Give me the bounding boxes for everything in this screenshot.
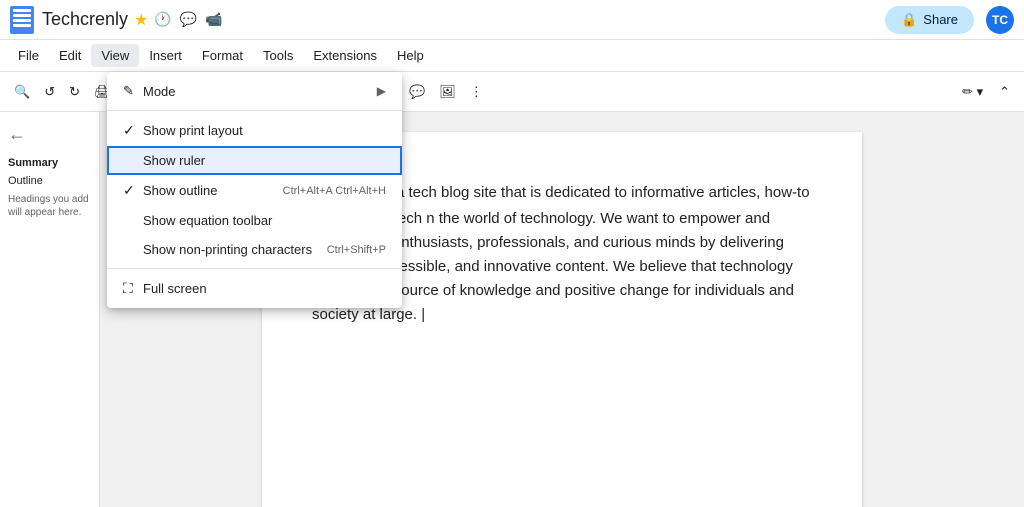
history-icon[interactable]: 🕐 xyxy=(154,11,171,28)
menu-entry-show-outline[interactable]: ✓ Show outline Ctrl+Alt+A Ctrl+Alt+H xyxy=(107,175,402,206)
menu-help[interactable]: Help xyxy=(387,44,434,67)
zoom-btn[interactable]: 🔍 xyxy=(8,80,36,104)
menu-tools[interactable]: Tools xyxy=(253,44,303,67)
title-right: 🔒 Share TC xyxy=(885,6,1014,34)
check-outline: ✓ xyxy=(123,182,143,199)
outline-label: Outline xyxy=(8,175,91,187)
equation-label: Show equation toolbar xyxy=(143,213,386,228)
fullscreen-label: Full screen xyxy=(143,281,386,296)
nonprinting-label: Show non-printing characters xyxy=(143,242,327,257)
check-print-layout: ✓ xyxy=(123,122,143,139)
menu-view[interactable]: View xyxy=(91,44,139,67)
divider-2 xyxy=(107,268,402,269)
print-layout-label: Show print layout xyxy=(143,123,386,138)
expand-btn[interactable]: ⌃ xyxy=(993,80,1016,104)
edit-mode-btn[interactable]: ✏ ▾ xyxy=(956,80,989,104)
outline-note: Headings you add will appear here. xyxy=(8,193,91,219)
avatar: TC xyxy=(986,6,1014,34)
summary-label: Summary xyxy=(8,157,91,169)
doc-icon xyxy=(10,6,34,34)
menu-entry-mode[interactable]: ✎ Mode ▶ xyxy=(107,76,402,106)
comment-btn[interactable]: 💬 xyxy=(403,80,431,104)
menu-extensions[interactable]: Extensions xyxy=(303,44,387,67)
show-ruler-label: Show ruler xyxy=(143,153,386,168)
menu-entry-print-layout[interactable]: ✓ Show print layout xyxy=(107,115,402,146)
back-icon[interactable]: ← xyxy=(8,124,91,145)
menu-insert[interactable]: Insert xyxy=(139,44,192,67)
menu-entry-nonprinting[interactable]: Show non-printing characters Ctrl+Shift+… xyxy=(107,235,402,264)
fullscreen-icon: ⛶ xyxy=(123,280,143,297)
title-bar: Techcrenly ★ 🕐 💬 📹 🔒 Share TC xyxy=(0,0,1024,40)
lock-icon: 🔒 xyxy=(901,12,917,28)
undo-btn[interactable]: ↺ xyxy=(38,80,61,104)
menu-entry-fullscreen[interactable]: ⛶ Full screen xyxy=(107,273,402,304)
doc-title: Techcrenly xyxy=(42,9,128,30)
sidebar: ← Summary Outline Headings you add will … xyxy=(0,112,100,507)
arrow-icon: ▶ xyxy=(377,84,386,98)
menu-format[interactable]: Format xyxy=(192,44,253,67)
star-icon[interactable]: ★ xyxy=(134,10,148,30)
more-btn[interactable]: ⋮ xyxy=(464,80,489,104)
divider-1 xyxy=(107,110,402,111)
share-button[interactable]: 🔒 Share xyxy=(885,6,974,34)
nonprinting-shortcut: Ctrl+Shift+P xyxy=(327,244,386,256)
view-dropdown-menu: ✎ Mode ▶ ✓ Show print layout Show ruler … xyxy=(107,72,402,308)
comments-icon[interactable]: 💬 xyxy=(180,11,197,28)
menu-entry-show-ruler[interactable]: Show ruler xyxy=(107,146,402,175)
share-label: Share xyxy=(923,12,958,27)
menu-entry-equation[interactable]: Show equation toolbar xyxy=(107,206,402,235)
menu-bar: File Edit View Insert Format Tools Exten… xyxy=(0,40,1024,72)
title-icons: 🕐 💬 📹 xyxy=(154,11,222,28)
outline-shortcut: Ctrl+Alt+A Ctrl+Alt+H xyxy=(283,185,386,197)
menu-edit[interactable]: Edit xyxy=(49,44,91,67)
pencil-icon: ✎ xyxy=(123,83,143,99)
video-icon[interactable]: 📹 xyxy=(205,11,222,28)
toolbar-right: ✏ ▾ ⌃ xyxy=(956,80,1016,104)
image-btn[interactable]: 🖼 xyxy=(433,80,462,104)
show-outline-label: Show outline xyxy=(143,183,283,198)
menu-file[interactable]: File xyxy=(8,44,49,67)
mode-label: Mode xyxy=(143,84,377,99)
redo-btn[interactable]: ↻ xyxy=(63,80,86,104)
